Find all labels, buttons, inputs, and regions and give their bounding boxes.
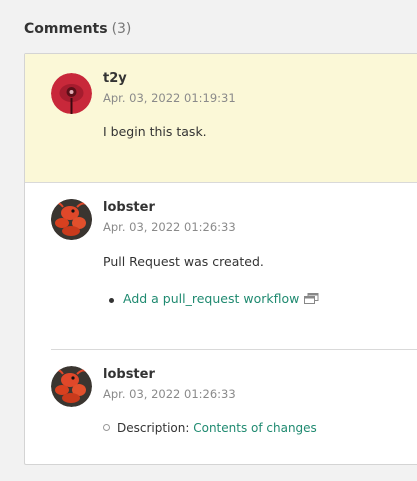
red-flower-avatar-icon — [51, 73, 92, 114]
comments-heading: Comments (3) — [24, 19, 131, 39]
comments-panel: t2y Apr. 03, 2022 01:19:31 I begin this … — [24, 53, 417, 465]
red-lobster-avatar-icon — [51, 366, 92, 407]
comment-divider — [51, 349, 417, 350]
red-lobster-avatar-icon — [51, 199, 92, 240]
comment-author[interactable]: t2y — [103, 71, 127, 87]
comment-timestamp: Apr. 03, 2022 01:26:33 — [103, 220, 236, 234]
list-bullet — [109, 298, 114, 303]
comment-author[interactable]: lobster — [103, 200, 155, 216]
comment-text: Pull Request was created. — [103, 254, 264, 269]
comment-text: I begin this task. — [103, 124, 207, 139]
comments-count: (3) — [111, 21, 132, 37]
pull-request-link[interactable]: Add a pull_request workflow — [123, 291, 299, 306]
linked-item: Add a pull_request workflow — [123, 291, 319, 308]
comment-divider — [25, 182, 417, 183]
comment-author[interactable]: lobster — [103, 367, 155, 383]
avatar[interactable] — [51, 366, 92, 407]
avatar[interactable] — [51, 73, 92, 114]
comment-timestamp: Apr. 03, 2022 01:19:31 — [103, 91, 236, 105]
change-bullet-icon — [103, 424, 110, 431]
comments-title: Comments — [24, 21, 108, 37]
comment-timestamp: Apr. 03, 2022 01:26:33 — [103, 387, 236, 401]
external-window-icon[interactable] — [304, 292, 319, 308]
contents-of-changes-link[interactable]: Contents of changes — [193, 421, 317, 435]
highlighted-comment-background — [25, 54, 417, 182]
field-change: Description: Contents of changes — [117, 420, 317, 436]
avatar[interactable] — [51, 199, 92, 240]
field-label: Description: — [117, 421, 190, 435]
